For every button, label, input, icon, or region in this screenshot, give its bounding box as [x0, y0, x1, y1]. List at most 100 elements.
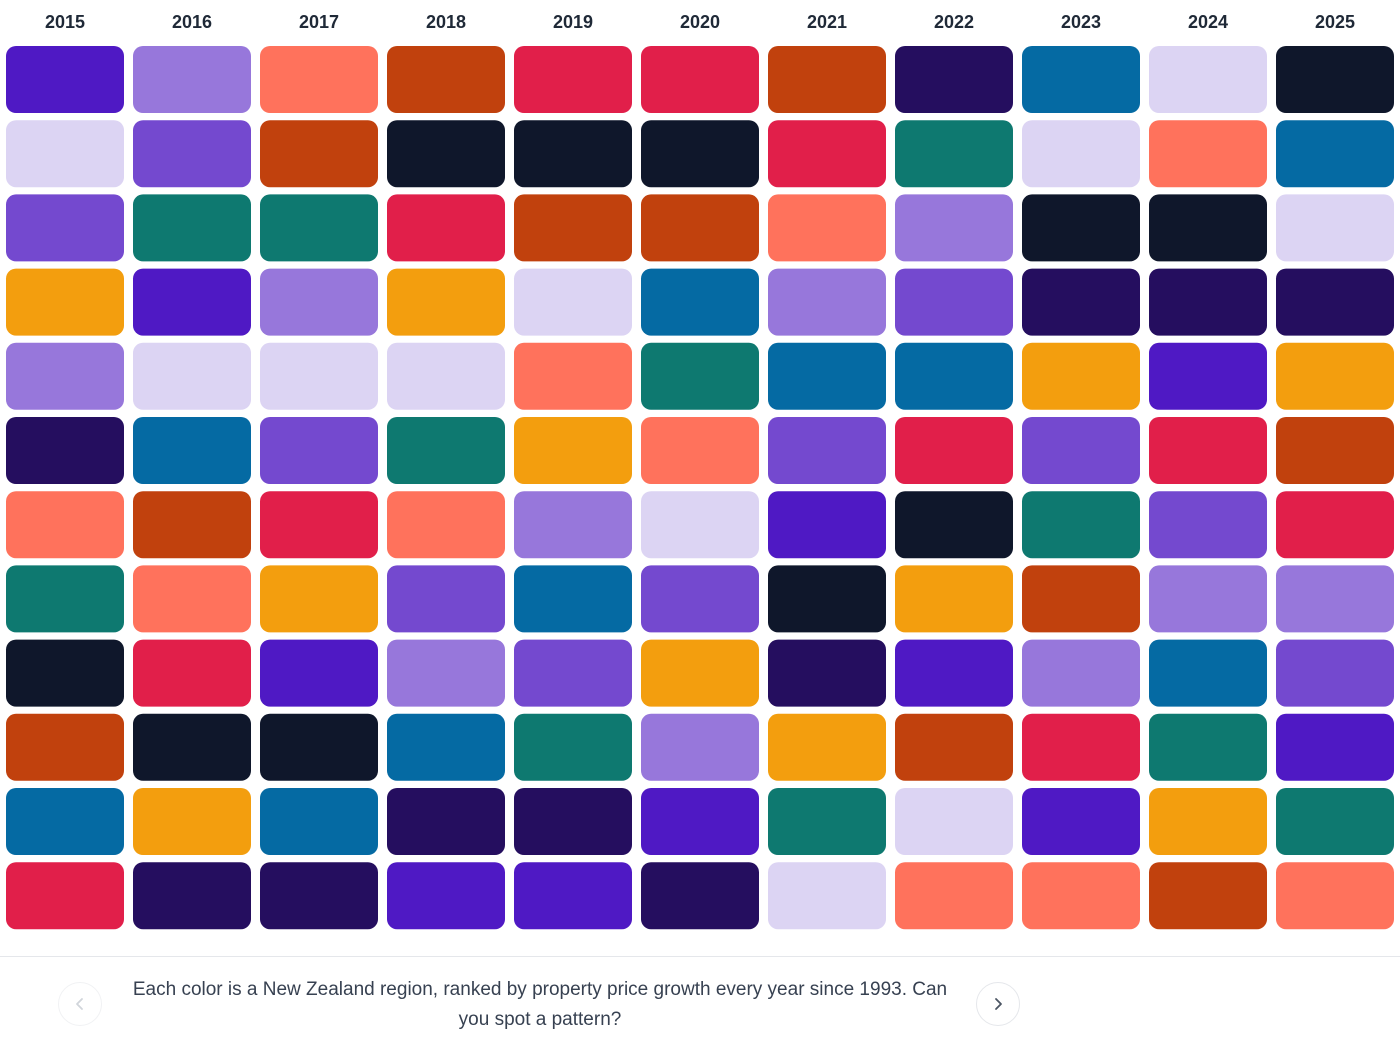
- rank-cell-mist[interactable]: [768, 862, 886, 930]
- rank-cell-rust[interactable]: [514, 194, 632, 262]
- rank-cell-coral[interactable]: [133, 565, 251, 633]
- rank-cell-teal[interactable]: [641, 342, 759, 410]
- rank-cell-amber[interactable]: [514, 417, 632, 484]
- rank-cell-coral[interactable]: [1276, 862, 1394, 930]
- rank-cell-ocean[interactable]: [895, 342, 1013, 410]
- rank-cell-teal[interactable]: [1149, 713, 1267, 781]
- rank-cell-amber[interactable]: [895, 565, 1013, 633]
- rank-cell-mist[interactable]: [1276, 194, 1394, 262]
- rank-cell-purple[interactable]: [641, 565, 759, 633]
- rank-cell-mist[interactable]: [1149, 46, 1267, 113]
- rank-cell-amber[interactable]: [1149, 788, 1267, 855]
- rank-cell-ocean[interactable]: [1149, 639, 1267, 707]
- rank-cell-violet[interactable]: [1276, 713, 1394, 781]
- rank-cell-rust[interactable]: [6, 713, 124, 781]
- rank-cell-teal[interactable]: [6, 565, 124, 633]
- rank-cell-teal[interactable]: [387, 417, 505, 484]
- rank-cell-purple[interactable]: [895, 268, 1013, 336]
- rank-cell-lavender[interactable]: [895, 194, 1013, 262]
- rank-cell-teal[interactable]: [895, 120, 1013, 188]
- rank-cell-violet[interactable]: [514, 862, 632, 930]
- rank-cell-coral[interactable]: [1149, 120, 1267, 188]
- rank-cell-purple[interactable]: [133, 120, 251, 188]
- rank-cell-mist[interactable]: [133, 342, 251, 410]
- rank-cell-purple[interactable]: [260, 417, 378, 484]
- rank-cell-violet[interactable]: [1022, 788, 1140, 855]
- rank-cell-purple[interactable]: [1022, 417, 1140, 484]
- rank-cell-amber[interactable]: [768, 713, 886, 781]
- rank-cell-violet[interactable]: [1149, 342, 1267, 410]
- rank-cell-rust[interactable]: [895, 713, 1013, 781]
- rank-cell-plum[interactable]: [1276, 268, 1394, 336]
- rank-cell-plum[interactable]: [6, 417, 124, 484]
- rank-cell-rust[interactable]: [387, 46, 505, 113]
- rank-cell-mist[interactable]: [514, 268, 632, 336]
- rank-cell-navy[interactable]: [768, 565, 886, 633]
- rank-cell-amber[interactable]: [387, 268, 505, 336]
- rank-cell-plum[interactable]: [133, 862, 251, 930]
- rank-cell-coral[interactable]: [6, 491, 124, 559]
- rank-cell-rust[interactable]: [1149, 862, 1267, 930]
- rank-cell-crimson[interactable]: [133, 639, 251, 707]
- rank-cell-navy[interactable]: [641, 120, 759, 188]
- rank-cell-purple[interactable]: [1276, 639, 1394, 707]
- rank-cell-coral[interactable]: [641, 417, 759, 484]
- rank-cell-coral[interactable]: [895, 862, 1013, 930]
- rank-cell-ocean[interactable]: [641, 268, 759, 336]
- rank-cell-teal[interactable]: [133, 194, 251, 262]
- rank-cell-ocean[interactable]: [387, 713, 505, 781]
- rank-cell-coral[interactable]: [768, 194, 886, 262]
- rank-cell-crimson[interactable]: [260, 491, 378, 559]
- rank-cell-ocean[interactable]: [768, 342, 886, 410]
- rank-cell-navy[interactable]: [260, 713, 378, 781]
- rank-cell-coral[interactable]: [387, 491, 505, 559]
- rank-cell-amber[interactable]: [260, 565, 378, 633]
- rank-cell-crimson[interactable]: [768, 120, 886, 188]
- rank-cell-amber[interactable]: [6, 268, 124, 336]
- rank-cell-teal[interactable]: [1022, 491, 1140, 559]
- rank-cell-violet[interactable]: [895, 639, 1013, 707]
- rank-cell-plum[interactable]: [387, 788, 505, 855]
- rank-cell-mist[interactable]: [895, 788, 1013, 855]
- rank-cell-purple[interactable]: [1149, 491, 1267, 559]
- rank-cell-ocean[interactable]: [514, 565, 632, 633]
- rank-cell-mist[interactable]: [387, 342, 505, 410]
- previous-button[interactable]: [58, 982, 102, 1026]
- rank-cell-lavender[interactable]: [1149, 565, 1267, 633]
- rank-cell-rust[interactable]: [133, 491, 251, 559]
- rank-cell-lavender[interactable]: [768, 268, 886, 336]
- rank-cell-lavender[interactable]: [514, 491, 632, 559]
- rank-cell-coral[interactable]: [514, 342, 632, 410]
- rank-cell-navy[interactable]: [895, 491, 1013, 559]
- rank-cell-navy[interactable]: [1022, 194, 1140, 262]
- rank-cell-crimson[interactable]: [6, 862, 124, 930]
- rank-cell-lavender[interactable]: [1276, 565, 1394, 633]
- rank-cell-violet[interactable]: [6, 46, 124, 113]
- rank-cell-navy[interactable]: [514, 120, 632, 188]
- rank-cell-violet[interactable]: [768, 491, 886, 559]
- rank-cell-rust[interactable]: [260, 120, 378, 188]
- rank-cell-amber[interactable]: [133, 788, 251, 855]
- rank-cell-crimson[interactable]: [514, 46, 632, 113]
- rank-cell-purple[interactable]: [387, 565, 505, 633]
- rank-cell-plum[interactable]: [1149, 268, 1267, 336]
- rank-cell-coral[interactable]: [260, 46, 378, 113]
- rank-cell-ocean[interactable]: [6, 788, 124, 855]
- rank-cell-coral[interactable]: [1022, 862, 1140, 930]
- rank-cell-purple[interactable]: [6, 194, 124, 262]
- rank-cell-amber[interactable]: [641, 639, 759, 707]
- rank-cell-rust[interactable]: [1022, 565, 1140, 633]
- rank-cell-crimson[interactable]: [895, 417, 1013, 484]
- rank-cell-plum[interactable]: [895, 46, 1013, 113]
- rank-cell-crimson[interactable]: [387, 194, 505, 262]
- next-button[interactable]: [976, 982, 1020, 1026]
- rank-cell-lavender[interactable]: [260, 268, 378, 336]
- rank-cell-ocean[interactable]: [1022, 46, 1140, 113]
- rank-cell-violet[interactable]: [641, 788, 759, 855]
- rank-cell-ocean[interactable]: [1276, 120, 1394, 188]
- rank-cell-lavender[interactable]: [1022, 639, 1140, 707]
- rank-cell-ocean[interactable]: [133, 417, 251, 484]
- rank-cell-ocean[interactable]: [260, 788, 378, 855]
- rank-cell-lavender[interactable]: [387, 639, 505, 707]
- rank-cell-plum[interactable]: [1022, 268, 1140, 336]
